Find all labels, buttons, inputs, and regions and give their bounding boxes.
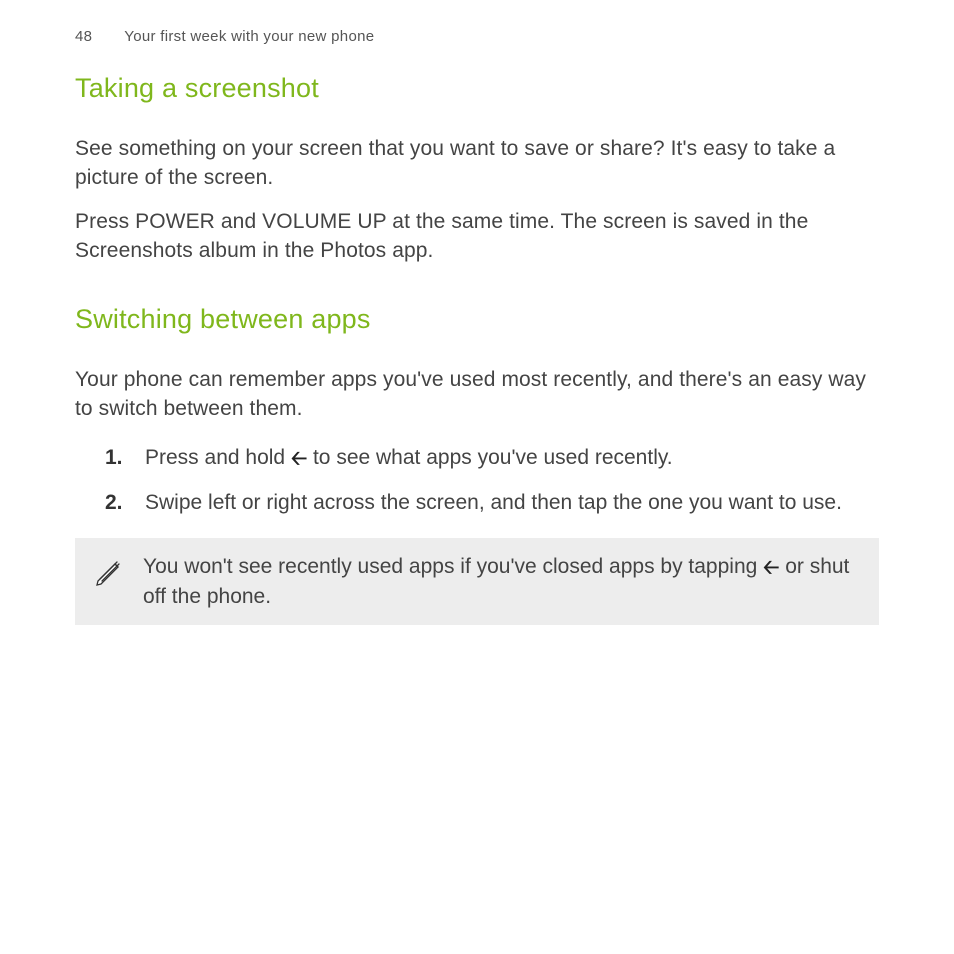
steps-list: 1. Press and hold 🡠 to see what apps you…	[105, 443, 879, 518]
back-arrow-icon: 🡠	[291, 449, 307, 469]
list-item: 2. Swipe left or right across the screen…	[105, 488, 879, 518]
document-page: 48 Your first week with your new phone T…	[0, 0, 954, 665]
page-number: 48	[75, 28, 92, 45]
note-box: You won't see recently used apps if you'…	[75, 538, 879, 625]
step-number: 2.	[105, 488, 145, 518]
back-arrow-icon: 🡠	[763, 558, 779, 578]
list-item: 1. Press and hold 🡠 to see what apps you…	[105, 443, 879, 473]
body-paragraph: Press POWER and VOLUME UP at the same ti…	[75, 207, 879, 266]
page-header: 48 Your first week with your new phone	[75, 28, 879, 45]
step-text: Press and hold 🡠 to see what apps you've…	[145, 443, 879, 473]
step-number: 1.	[105, 443, 145, 473]
pencil-icon	[93, 552, 133, 591]
note-text: You won't see recently used apps if you'…	[143, 552, 859, 611]
body-paragraph: Your phone can remember apps you've used…	[75, 365, 879, 424]
heading-taking-screenshot: Taking a screenshot	[75, 73, 879, 104]
heading-switching-apps: Switching between apps	[75, 304, 879, 335]
step-text: Swipe left or right across the screen, a…	[145, 488, 879, 518]
body-paragraph: See something on your screen that you wa…	[75, 134, 879, 193]
chapter-title: Your first week with your new phone	[124, 28, 374, 45]
